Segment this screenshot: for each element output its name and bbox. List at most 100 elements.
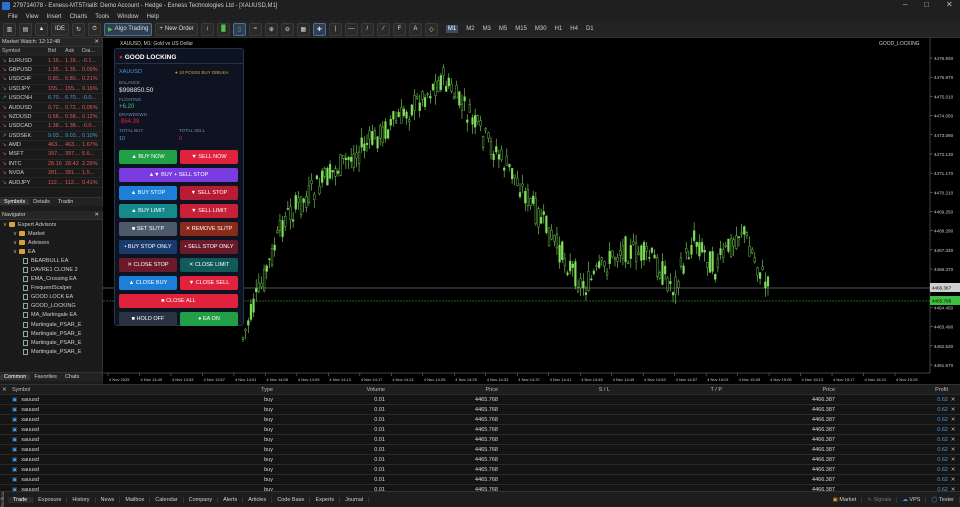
close-icon[interactable]: ✕ — [94, 39, 99, 45]
chart-type-line-icon[interactable]: ≈ — [248, 22, 262, 36]
market-watch-row[interactable]: ↘ NZDUSD 0.58... 0.58... 0.12% — [0, 113, 102, 123]
history-icon[interactable]: ⏱ — [88, 22, 102, 36]
navigator-item[interactable]: ∨ EA — [0, 247, 102, 256]
menu-charts[interactable]: Charts — [70, 14, 88, 20]
col-type[interactable]: Type — [128, 387, 273, 393]
tab-chats[interactable]: Chats — [61, 374, 83, 380]
market-watch-row[interactable]: ↘ INTC 28.16 28.42 2.26% — [0, 160, 102, 170]
ide-button[interactable]: IDE — [51, 22, 70, 36]
ea-on-button[interactable]: ● EA ON — [180, 312, 238, 326]
navigator-item[interactable]: EMA_Crossing EA — [0, 275, 102, 284]
sell-limit-button[interactable]: ▼ SELL LIMIT — [180, 204, 238, 218]
tab-mailbox[interactable]: Mailbox — [120, 496, 151, 503]
navigator-item[interactable]: MA_Martingale EA — [0, 311, 102, 320]
close-icon[interactable]: ✕ — [946, 0, 953, 9]
minimize-icon[interactable]: – — [903, 0, 907, 9]
navigator-item[interactable]: GOOD_LOCKING — [0, 302, 102, 311]
signals-link[interactable]: ∿ Signals — [862, 496, 898, 503]
tab-journal[interactable]: Journal — [340, 496, 370, 503]
market-watch-row[interactable]: ↘ USDCHF 0.80... 0.80... 0.21% — [0, 75, 102, 85]
table-row[interactable]: ▣ xauusd buy 0.01 4465.768 4466.387 0.62 ✕ — [0, 405, 960, 415]
market-watch-row[interactable]: ↘ AUDJPY 112.... 112.... 0.41% — [0, 178, 102, 188]
col-current-price[interactable]: Price — [722, 387, 835, 393]
tab-common[interactable]: Common — [0, 374, 31, 380]
remove-sltp-button[interactable]: ✕ REMOVE SL/TP — [180, 222, 238, 236]
vertical-line-icon[interactable]: | — [328, 22, 342, 36]
text-icon[interactable]: A — [408, 22, 422, 36]
chart-type-candles-icon[interactable]: ▯ — [232, 22, 246, 36]
tab-code-base[interactable]: Code Base — [272, 496, 311, 503]
navigator-item[interactable]: Martingale_PSAR_E — [0, 338, 102, 347]
tab-details[interactable]: Details — [29, 199, 54, 205]
depth-of-market-icon[interactable]: ↕ — [200, 22, 214, 36]
sell-stop-button[interactable]: ▼ SELL STOP — [180, 186, 238, 200]
col-daily[interactable]: Dai... — [82, 48, 99, 54]
tab-experts[interactable]: Experts — [310, 496, 341, 503]
expand-icon[interactable]: ∨ — [13, 231, 17, 237]
buy-now-button[interactable]: ▲ BUY NOW — [119, 150, 177, 164]
menu-view[interactable]: View — [26, 14, 39, 20]
close-position-icon[interactable]: ✕ — [948, 457, 958, 463]
close-position-icon[interactable]: ✕ — [948, 397, 958, 403]
set-sltp-button[interactable]: ■ SET SL/TP — [119, 222, 177, 236]
zoom-in-icon[interactable]: ⊕ — [264, 22, 278, 36]
table-row[interactable]: ▣ xauusd buy 0.01 4465.768 4466.387 0.62 ✕ — [0, 435, 960, 445]
market-watch-row[interactable]: ↘ EURUSD 1.16... 1.16... -0.1... — [0, 56, 102, 66]
fibonacci-icon[interactable]: F — [392, 22, 406, 36]
market-link[interactable]: ▣ Market — [828, 496, 863, 503]
zoom-out-icon[interactable]: ⊖ — [280, 22, 294, 36]
timeframe-m5[interactable]: M5 — [499, 26, 507, 32]
algo-trading-button[interactable]: ▶ Algo Trading — [104, 22, 153, 36]
horizontal-line-icon[interactable]: — — [344, 22, 358, 36]
col-profit[interactable]: Profit — [835, 387, 948, 393]
maximize-icon[interactable]: □ — [924, 0, 929, 9]
tab-news[interactable]: News — [96, 496, 121, 503]
navigator-item[interactable]: ∨ Market — [0, 229, 102, 238]
tab-exposure[interactable]: Exposure — [33, 496, 68, 503]
vps-link[interactable]: ☁ VPS — [897, 496, 927, 503]
menu-tools[interactable]: Tools — [95, 14, 109, 20]
navigator-item[interactable]: DAVRE1 CLONE 2 — [0, 265, 102, 274]
close-position-icon[interactable]: ✕ — [948, 427, 958, 433]
timeframe-m15[interactable]: M15 — [515, 26, 527, 32]
channel-icon[interactable]: ∕ — [376, 22, 390, 36]
tester-link[interactable]: ◯ Tester — [926, 496, 960, 503]
market-watch-row[interactable]: ↗ USDSEK 9.03... 9.03... 0.10% — [0, 132, 102, 141]
close-position-icon[interactable]: ✕ — [948, 447, 958, 453]
sell-now-button[interactable]: ▼ SELL NOW — [180, 150, 238, 164]
sell-stop-only-button[interactable]: • SELL STOP ONLY — [180, 240, 238, 254]
trend-line-icon[interactable]: / — [360, 22, 374, 36]
market-watch-row[interactable]: ↘ AMD 463.... 463.... 1.67% — [0, 141, 102, 151]
table-row[interactable]: ▣ xauusd buy 0.01 4465.768 4466.387 0.62 ✕ — [0, 415, 960, 425]
expand-icon[interactable]: ∨ — [13, 240, 17, 246]
expand-icon[interactable]: ∨ — [3, 222, 7, 228]
col-ask[interactable]: Ask — [65, 48, 82, 54]
close-all-button[interactable]: ■ CLOSE ALL — [119, 294, 238, 308]
navigator-item[interactable]: Martingale_PSAR_E — [0, 329, 102, 338]
table-row[interactable]: ▣ xauusd buy 0.01 4465.768 4466.387 0.62 ✕ — [0, 455, 960, 465]
menu-window[interactable]: Window — [117, 14, 138, 20]
market-watch-row[interactable]: ↘ NVDA 281.... 281.... 1.5... — [0, 169, 102, 179]
timeframe-m3[interactable]: M3 — [483, 26, 491, 32]
close-position-icon[interactable]: ✕ — [948, 477, 958, 483]
navigator-item[interactable]: Martingale_PSAR_E — [0, 320, 102, 329]
close-icon[interactable]: ✕ — [0, 387, 8, 393]
close-buy-button[interactable]: ▲ CLOSE BUY — [119, 276, 177, 290]
menu-help[interactable]: Help — [147, 14, 159, 20]
tab-alerts[interactable]: Alerts — [218, 496, 244, 503]
col-volume[interactable]: Volume — [273, 387, 385, 393]
navigator-item[interactable]: GOOD LOCK EA — [0, 293, 102, 302]
timeframe-m1[interactable]: M1 — [445, 25, 459, 33]
col-bid[interactable]: Bid — [48, 48, 65, 54]
table-row[interactable]: ▣ xauusd buy 0.01 4465.768 4466.387 0.62 ✕ — [0, 425, 960, 435]
table-row[interactable]: ▣ xauusd buy 0.01 4465.768 4466.387 0.62 ✕ — [0, 465, 960, 475]
menu-file[interactable]: File — [8, 14, 18, 20]
crosshair-icon[interactable]: ✚ — [312, 22, 326, 36]
refresh-icon[interactable]: ↻ — [72, 22, 86, 36]
buy-stop-only-button[interactable]: • BUY STOP ONLY — [119, 240, 177, 254]
col-tp[interactable]: T / P — [610, 387, 722, 393]
col-symbol[interactable]: Symbol — [8, 387, 128, 393]
close-stop-button[interactable]: ✕ CLOSE STOP — [119, 258, 177, 272]
col-sl[interactable]: S / L — [498, 387, 610, 393]
close-sell-button[interactable]: ▼ CLOSE SELL — [180, 276, 238, 290]
